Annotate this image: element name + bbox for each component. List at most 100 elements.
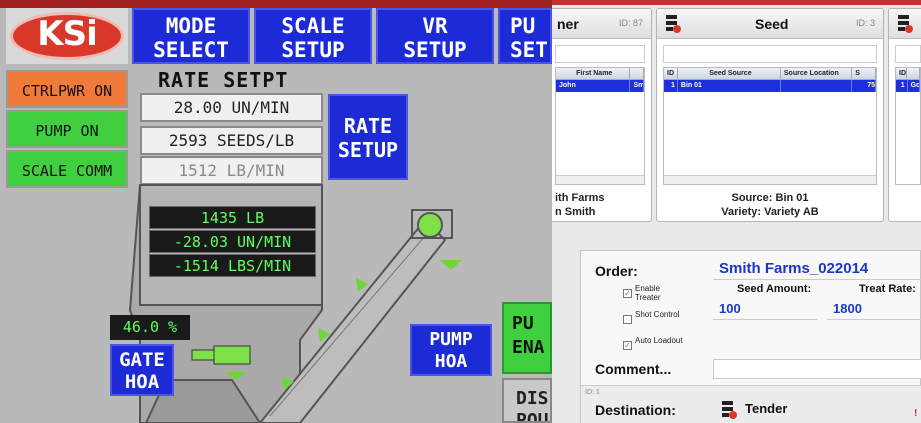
- treatment-row-selected[interactable]: 1 Go: [896, 80, 920, 92]
- customer-grid: First Name John Sm: [555, 67, 645, 185]
- scale-setup-line1: SCALE: [281, 14, 345, 38]
- conveyor-head-pulley: [417, 212, 443, 238]
- pump-status[interactable]: PUMP ON: [6, 110, 128, 148]
- seed-search-input[interactable]: [663, 45, 877, 63]
- destination-id: ID: 1: [585, 389, 600, 396]
- destination-label: Destination:: [595, 402, 676, 418]
- rate-setup-line2: SETUP: [337, 138, 399, 162]
- seed-summary: Source: Bin 01 Variety: Variety AB: [657, 191, 883, 219]
- top-strip: [0, 0, 552, 8]
- customer-grid-scrollbar[interactable]: [556, 175, 644, 184]
- dispense-line1: DIS: [516, 388, 549, 409]
- seed-amount-input[interactable]: 100: [719, 301, 741, 316]
- seed-amount-label: Seed Amount:: [737, 283, 812, 295]
- customer-contact-name: n Smith: [555, 206, 596, 218]
- customer-row-selected[interactable]: John Sm: [556, 80, 644, 92]
- dispense-button[interactable]: DIS POU: [502, 378, 552, 423]
- mode-select-button[interactable]: MODE SELECT: [132, 8, 250, 64]
- seed-database-icon: [666, 15, 681, 33]
- destination-alert-icon: !: [914, 408, 918, 419]
- customer-card-id: ID: 87: [618, 18, 643, 28]
- scale-setup-button[interactable]: SCALE SETUP: [254, 8, 372, 64]
- enable-treater-label: Enable Treater: [635, 284, 661, 302]
- col-source-location[interactable]: Source Location: [781, 68, 853, 79]
- customer-card: ner ID: 87 First Name John Sm ith Farms …: [552, 8, 652, 222]
- customer-last-name: Sm: [630, 80, 644, 92]
- window-top-strip: [552, 0, 921, 5]
- treatment-grid-header: ID: [896, 68, 920, 80]
- pump-setup-button[interactable]: PU SET: [498, 8, 552, 64]
- col-treatment-id[interactable]: ID: [896, 68, 908, 79]
- rate-setpoint-title: RATE SETPT: [158, 68, 289, 92]
- pump-enable-button[interactable]: PU ENA: [502, 302, 552, 374]
- customer-search-input[interactable]: [555, 45, 645, 63]
- dispense-line2: POU: [516, 410, 549, 423]
- auto-loadout-checkbox[interactable]: ✓: [623, 341, 632, 350]
- col-first-name[interactable]: First Name: [556, 68, 631, 79]
- scale-setup-line2: SETUP: [281, 38, 345, 62]
- col-last-name[interactable]: [630, 68, 644, 79]
- rate-un-per-min[interactable]: 28.00 UN/MIN: [140, 93, 323, 122]
- gate-percent-readout: 46.0 %: [110, 315, 190, 340]
- weight-readout: 1435 LB: [149, 206, 316, 229]
- destination-section: ID: 1 Destination: Tender !: [581, 385, 921, 423]
- treatment-row-id: 1: [896, 80, 908, 92]
- seed-grid-scrollbar[interactable]: [664, 175, 876, 184]
- pump-enable-line2: ENA: [512, 337, 545, 358]
- ctrlpwr-status[interactable]: CTRLPWR ON: [6, 70, 128, 108]
- customer-card-header: ner ID: 87: [552, 9, 651, 39]
- seed-card-id: ID: 3: [855, 18, 875, 28]
- treatment-grid: ID 1 Go: [895, 67, 921, 185]
- rate-setup-button[interactable]: RATE SETUP: [328, 94, 408, 180]
- logo-text: KSi: [37, 14, 98, 54]
- col-seed-source[interactable]: Seed Source: [678, 68, 781, 79]
- order-name-underline: [713, 279, 921, 280]
- destination-value[interactable]: Tender: [745, 401, 787, 416]
- mode-select-line2: SELECT: [153, 38, 229, 62]
- gate-hoa-button[interactable]: GATE HOA: [110, 344, 174, 396]
- customer-card-title: ner: [557, 16, 579, 32]
- order-panel: Order: Smith Farms_022014 ✓ Enable Treat…: [580, 250, 921, 423]
- treat-rate-input[interactable]: 1800: [833, 301, 862, 316]
- vr-setup-button[interactable]: VR SETUP: [376, 8, 494, 64]
- pump-setup-line2: SET: [510, 38, 548, 62]
- auto-loadout-label: Auto Loadout: [635, 336, 683, 345]
- seed-grid-header: ID Seed Source Source Location S: [664, 68, 876, 80]
- col-treatment-name[interactable]: [907, 68, 920, 79]
- enable-treater-checkbox[interactable]: ✓: [623, 289, 632, 298]
- ksi-logo: KSi: [6, 8, 128, 64]
- gate-actuator: [191, 349, 215, 361]
- shot-control-label: Shot Control: [635, 310, 680, 319]
- comment-input[interactable]: [713, 359, 921, 379]
- seed-card-header: Seed ID: 3: [657, 9, 883, 39]
- order-name[interactable]: Smith Farms_022014: [719, 260, 868, 277]
- shot-control-checkbox[interactable]: [623, 315, 632, 324]
- treatment-row-name: Go: [908, 80, 920, 92]
- seed-row-selected[interactable]: 1 Bin 01 75: [664, 80, 877, 92]
- treatment-search-input[interactable]: [895, 45, 921, 63]
- pump-setup-line1: PU: [510, 14, 536, 38]
- un-rate-readout: -28.03 UN/MIN: [149, 230, 316, 253]
- mode-select-line1: MODE: [165, 14, 217, 38]
- lbs-rate-readout: -1514 LBS/MIN: [149, 254, 316, 277]
- col-s[interactable]: S: [852, 68, 876, 79]
- seed-grid: ID Seed Source Source Location S 1 Bin 0…: [663, 67, 877, 185]
- discharge-arrow: [440, 260, 462, 270]
- seed-amount-underline: [713, 319, 817, 320]
- pump-hoa-line1: PUMP: [429, 329, 473, 350]
- treatment-card-header: [889, 9, 921, 39]
- rate-seeds-per-lb[interactable]: 2593 SEEDS/LB: [140, 126, 323, 155]
- seed-card-title: Seed: [755, 16, 789, 32]
- treat-rate-label: Treat Rate:: [859, 283, 916, 295]
- seed-row-s: 75: [852, 80, 877, 92]
- order-label: Order:: [595, 263, 638, 279]
- vr-setup-line1: VR: [422, 14, 448, 38]
- customer-grid-header: First Name: [556, 68, 644, 80]
- gate-hoa-line1: GATE: [119, 349, 165, 371]
- col-id[interactable]: ID: [664, 68, 678, 79]
- pump-hoa-button[interactable]: PUMP HOA: [410, 324, 492, 376]
- seed-card: Seed ID: 3 ID Seed Source Source Locatio…: [656, 8, 884, 222]
- destination-database-icon: [722, 401, 737, 419]
- rate-setup-line1: RATE: [343, 114, 393, 138]
- pump-hoa-line2: HOA: [434, 351, 468, 372]
